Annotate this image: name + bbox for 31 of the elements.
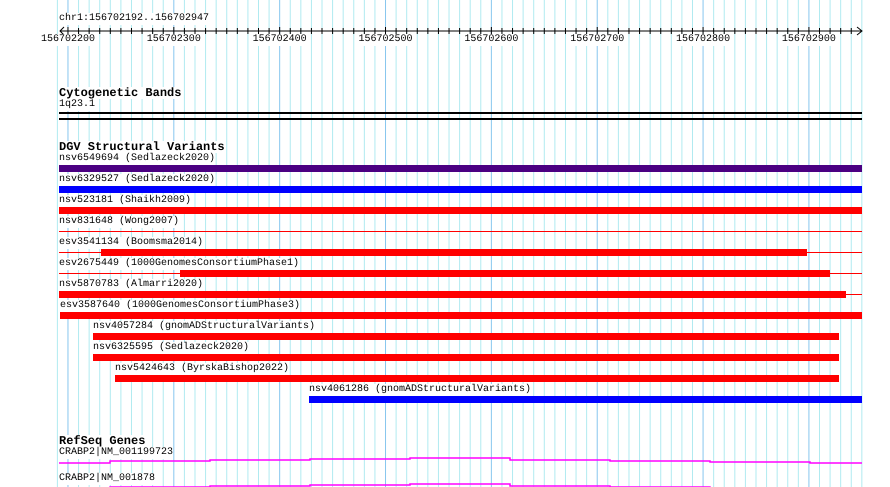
ruler-label: 156702300 [146, 34, 201, 46]
variant-bar[interactable] [59, 165, 862, 173]
variant-label: nsv5870783 (Almarri2020) [59, 279, 204, 291]
gene-label: CRABP2|NM_001199723 [59, 447, 174, 459]
band-label: 1q23.1 [59, 99, 96, 111]
variant-label: esv3587640 (1000GenomesConsortiumPhase3) [60, 300, 300, 312]
variant-label: esv3541134 (Boomsma2014) [59, 237, 204, 249]
variant-label: esv2675449 (1000GenomesConsortiumPhase1) [59, 258, 300, 270]
ruler-label: 156702600 [464, 34, 518, 46]
track-title: DGV Structural Variants [59, 141, 225, 153]
ruler-label: 156702400 [252, 34, 307, 46]
gene-label: CRABP2|NM_001878 [59, 473, 156, 485]
locus-label: chr1:156702192..156702947 [59, 13, 210, 25]
variant-label: nsv6329527 (Sedlazeck2020) [59, 174, 216, 186]
variant-label: nsv4061286 (gnomADStructuralVariants) [309, 384, 532, 396]
variant-label: nsv523181 (Shaikh2009) [59, 195, 192, 207]
variant-label: nsv5424643 (ByrskaBishop2022) [115, 363, 290, 375]
variant-label: nsv6549694 (Sedlazeck2020) [59, 153, 216, 165]
variant-label: nsv4057284 (gnomADStructuralVariants) [93, 321, 316, 333]
ruler-label: 156702900 [782, 34, 836, 46]
variant-bar[interactable] [59, 186, 862, 194]
variant-label: nsv6325595 (Sedlazeck2020) [93, 342, 250, 354]
ruler-label: 156702500 [358, 34, 413, 46]
ruler-label: 156702800 [676, 34, 730, 46]
variant-bar[interactable] [309, 396, 862, 404]
track-title: RefSeq Genes [59, 435, 146, 447]
track-title: Cytogenetic Bands [59, 87, 182, 99]
ruler-label: 156702200 [40, 34, 95, 46]
ruler-label: 156702700 [570, 34, 624, 46]
variant-label: nsv831648 (Wong2007) [59, 216, 180, 228]
band-bar[interactable] [59, 112, 862, 120]
